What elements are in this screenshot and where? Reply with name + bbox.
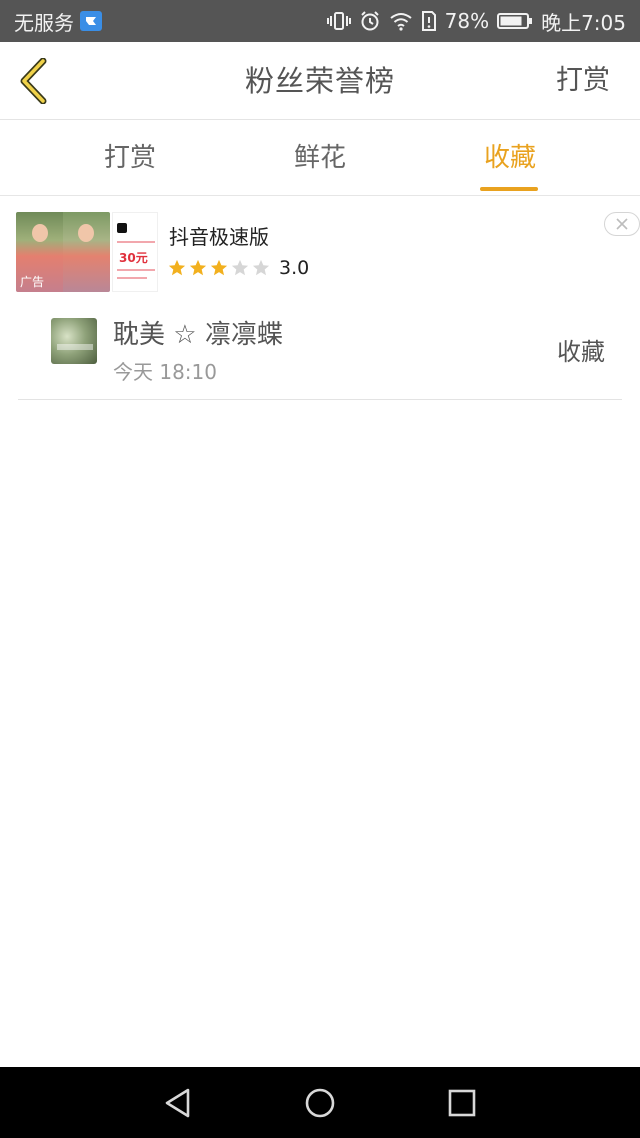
wifi-icon (389, 11, 413, 31)
avatar (51, 318, 97, 364)
item-action-label: 收藏 (557, 338, 605, 366)
status-left: 无服务 (14, 7, 102, 36)
ad-rating-value: 3.0 (279, 257, 310, 279)
status-right: 78% 晚上7:05 (326, 7, 626, 36)
status-bar: 无服务 78% 晚上7:05 (0, 0, 640, 42)
star-empty-icon (252, 259, 270, 276)
tab-flowers[interactable]: 鲜花 (250, 121, 390, 196)
circle-home-icon (305, 1088, 335, 1118)
active-tab-indicator (480, 187, 538, 191)
tab-favorites[interactable]: 收藏 (440, 121, 580, 196)
nav-home-button[interactable] (302, 1085, 338, 1121)
star-filled-icon (189, 259, 207, 276)
star-filled-icon (210, 259, 228, 276)
ad-poster: 30元 (112, 212, 158, 292)
star-filled-icon (168, 259, 186, 276)
tab-reward[interactable]: 打赏 (60, 121, 200, 196)
triangle-back-icon (165, 1088, 190, 1118)
app-screen: 无服务 78% 晚上7:05 粉丝荣誉榜 打赏 打赏 鲜花 收藏 广告 30元 … (0, 0, 640, 1138)
nav-back-button[interactable] (160, 1085, 196, 1121)
system-navigation-bar (0, 1067, 640, 1138)
reward-button[interactable]: 打赏 (556, 42, 610, 120)
tiktok-logo-icon (117, 223, 127, 233)
item-timestamp: 今天 18:10 (113, 360, 217, 384)
ad-poster-amount: 30元 (119, 251, 148, 265)
battery-icon (497, 11, 533, 31)
ad-poster-line (117, 241, 155, 243)
ad-banner[interactable]: 广告 30元 抖音极速版 3.0 (0, 197, 640, 297)
ad-app-name: 抖音极速版 (169, 225, 269, 249)
sim-alert-icon (421, 10, 437, 32)
square-recents-icon (448, 1089, 476, 1117)
ad-photo-face (78, 224, 94, 242)
ad-photo-face (32, 224, 48, 242)
ad-close-button[interactable] (604, 212, 640, 236)
ad-tag: 广告 (20, 275, 45, 289)
list-item[interactable]: 耽美 ☆ 凛凛蝶 今天 18:10 收藏 (18, 298, 622, 400)
ad-rating: 3.0 (168, 257, 309, 279)
alarm-icon (359, 10, 381, 32)
star-empty-icon (231, 259, 249, 276)
battery-percent: 78% (444, 9, 490, 33)
ad-poster-line (117, 277, 147, 279)
ad-image: 广告 (16, 212, 110, 292)
ad-poster-line (117, 269, 155, 271)
chevron-left-icon (20, 58, 47, 104)
page-title: 粉丝荣誉榜 (244, 64, 395, 98)
sim-icon (80, 11, 102, 31)
carrier-label: 无服务 (14, 10, 74, 35)
item-user-name: 耽美 ☆ 凛凛蝶 (113, 320, 283, 350)
tab-bar: 打赏 鲜花 收藏 (0, 121, 640, 196)
close-icon (616, 218, 628, 230)
vibrate-icon (326, 11, 351, 31)
clock: 晚上7:05 (541, 10, 626, 35)
app-header: 粉丝荣誉榜 打赏 (0, 42, 640, 120)
nav-recents-button[interactable] (444, 1085, 480, 1121)
avatar-overlay (57, 344, 93, 350)
back-button[interactable] (14, 56, 54, 106)
